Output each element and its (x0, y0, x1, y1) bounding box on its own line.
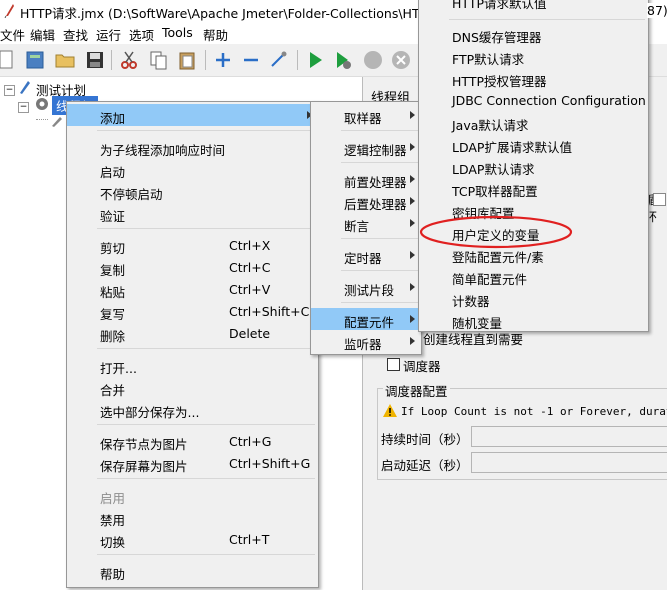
config-item-user-defined-variables[interactable]: 用户定义的变量 (419, 221, 648, 243)
menu-item-save-screen-image[interactable]: 保存屏幕为图片 Ctrl+Shift+G (67, 452, 318, 474)
config-item-tcp-sampler[interactable]: TCP取样器配置 (419, 177, 648, 199)
submenu-arrow-icon (410, 315, 415, 323)
scheduler-label: 调度器 (403, 359, 441, 374)
submenu-arrow-icon (410, 337, 415, 345)
jmeter-feather-icon (4, 4, 14, 18)
warning-icon (383, 404, 397, 417)
copy-icon[interactable] (148, 49, 170, 71)
loop-forever-checkbox[interactable] (653, 193, 666, 206)
sampler-pencil-icon (52, 117, 62, 127)
menu-item-add-response-time[interactable]: 为子线程添加响应时间 (67, 136, 318, 158)
config-item-keystore[interactable]: 密钥库配置 (419, 199, 648, 221)
toggle-icon[interactable] (268, 49, 290, 71)
submenu-arrow-icon (410, 283, 415, 291)
scheduler-checkbox[interactable] (387, 358, 400, 371)
submenu-item-assertion[interactable]: 断言 (311, 212, 421, 234)
menu-item-toggle[interactable]: 切换 Ctrl+T (67, 528, 318, 550)
submenu-arrow-icon (410, 143, 415, 151)
submenu-arrow-icon (410, 251, 415, 259)
window-title-fragment: 87) (647, 3, 667, 18)
config-item-ldap-defaults[interactable]: LDAP默认请求 (419, 155, 648, 177)
add-submenu: 取样器 逻辑控制器 前置处理器 后置处理器 断言 定时器 测试片段 配置元件 监… (310, 101, 422, 355)
menu-options[interactable]: 选项 (129, 25, 154, 44)
menu-item-help[interactable]: 帮助 (67, 560, 318, 582)
startup-delay-label: 启动延迟（秒） (381, 458, 469, 473)
menu-item-start-no-pause[interactable]: 不停顿启动 (67, 180, 318, 202)
config-item-simple-config[interactable]: 简单配置元件 (419, 265, 648, 287)
tree-collapse-toggle-thread[interactable]: − (18, 102, 29, 113)
config-item-login-config[interactable]: 登陆配置元件/素 (419, 243, 648, 265)
menu-item-validate[interactable]: 验证 (67, 202, 318, 224)
menu-item-enable: 启用 (100, 491, 126, 506)
scheduler-section-title: 调度器配置 (383, 381, 450, 400)
shutdown-icon[interactable] (390, 49, 412, 71)
config-item-dns-cache[interactable]: DNS缓存管理器 (419, 23, 648, 45)
submenu-item-test-fragment[interactable]: 测试片段 (311, 276, 421, 298)
submenu-item-listener[interactable]: 监听器 (311, 330, 421, 352)
submenu-item-timer[interactable]: 定时器 (311, 244, 421, 266)
window-title: HTTP请求.jmx (D:\SoftWare\Apache Jmeter\Fo… (20, 6, 448, 21)
menu-item-merge[interactable]: 合并 (67, 376, 318, 398)
start-no-pause-icon[interactable] (332, 49, 354, 71)
templates-icon[interactable] (24, 49, 46, 71)
submenu-item-logic-controller[interactable]: 逻辑控制器 (311, 136, 421, 158)
open-folder-icon[interactable] (54, 49, 76, 71)
menu-item-copy[interactable]: 复制 Ctrl+C (67, 256, 318, 278)
tree-collapse-toggle[interactable]: − (4, 85, 15, 96)
menu-item-disable[interactable]: 禁用 (67, 506, 318, 528)
submenu-arrow-icon (410, 111, 415, 119)
menu-item-paste[interactable]: 粘贴 Ctrl+V (67, 278, 318, 300)
config-item-counter[interactable]: 计数器 (419, 287, 648, 309)
menu-item-duplicate[interactable]: 复写 Ctrl+Shift+C (67, 300, 318, 322)
config-item-jdbc[interactable]: JDBC Connection Configuration (419, 89, 648, 111)
submenu-arrow-icon (410, 175, 415, 183)
menu-tools[interactable]: Tools (162, 25, 193, 40)
stop-icon[interactable] (362, 49, 384, 71)
menu-edit[interactable]: 编辑 (30, 25, 55, 44)
menu-item-cut[interactable]: 剪切 Ctrl+X (67, 234, 318, 256)
duration-label: 持续时间（秒） (381, 432, 469, 447)
menu-item-save-selection-as[interactable]: 选中部分保存为... (67, 398, 318, 420)
menu-file[interactable]: 文件 (0, 25, 25, 44)
startup-delay-input[interactable] (471, 452, 667, 473)
start-icon[interactable] (304, 49, 326, 71)
paste-icon[interactable] (176, 49, 198, 71)
submenu-arrow-icon (410, 219, 415, 227)
menu-help[interactable]: 帮助 (203, 25, 228, 44)
test-plan-icon (20, 81, 30, 94)
menu-run[interactable]: 运行 (96, 25, 121, 44)
menu-search[interactable]: 查找 (63, 25, 88, 44)
context-menu: 添加 为子线程添加响应时间 启动 不停顿启动 验证 剪切 Ctrl+X 复制 Ctr… (66, 101, 319, 588)
config-item-ftp-defaults[interactable]: FTP默认请求 (419, 45, 648, 67)
submenu-arrow-icon (410, 197, 415, 205)
save-icon[interactable] (84, 49, 106, 71)
config-element-submenu: HTTP请求默认值 DNS缓存管理器 FTP默认请求 HTTP授权管理器 JDB… (418, 0, 649, 332)
config-item-http-auth[interactable]: HTTP授权管理器 (419, 67, 648, 89)
submenu-item-config-element[interactable]: 配置元件 (311, 308, 421, 330)
menu-item-delete[interactable]: 删除 Delete (67, 322, 318, 344)
submenu-item-pre-processor[interactable]: 前置处理器 (311, 168, 421, 190)
new-file-icon[interactable] (0, 49, 18, 71)
collapse-icon[interactable] (240, 49, 262, 71)
config-item-java-defaults[interactable]: Java默认请求 (419, 111, 648, 133)
expand-icon[interactable] (212, 49, 234, 71)
duration-input[interactable] (471, 426, 667, 447)
menu-item-add[interactable]: 添加 (67, 104, 318, 126)
submenu-item-sampler[interactable]: 取样器 (311, 104, 421, 126)
cut-icon[interactable] (118, 49, 140, 71)
menu-item-start[interactable]: 启动 (67, 158, 318, 180)
thread-group-gear-icon (36, 98, 48, 110)
config-item-http-defaults[interactable]: HTTP请求默认值 (419, 0, 648, 15)
scheduler-warning-text: If Loop Count is not -1 or Forever, dura… (401, 405, 667, 418)
submenu-item-post-processor[interactable]: 后置处理器 (311, 190, 421, 212)
menu-item-open[interactable]: 打开... (67, 354, 318, 376)
config-item-ldap-ext-defaults[interactable]: LDAP扩展请求默认值 (419, 133, 648, 155)
config-item-random-variable[interactable]: 随机变量 (419, 309, 648, 331)
menu-item-save-node-image[interactable]: 保存节点为图片 Ctrl+G (67, 430, 318, 452)
